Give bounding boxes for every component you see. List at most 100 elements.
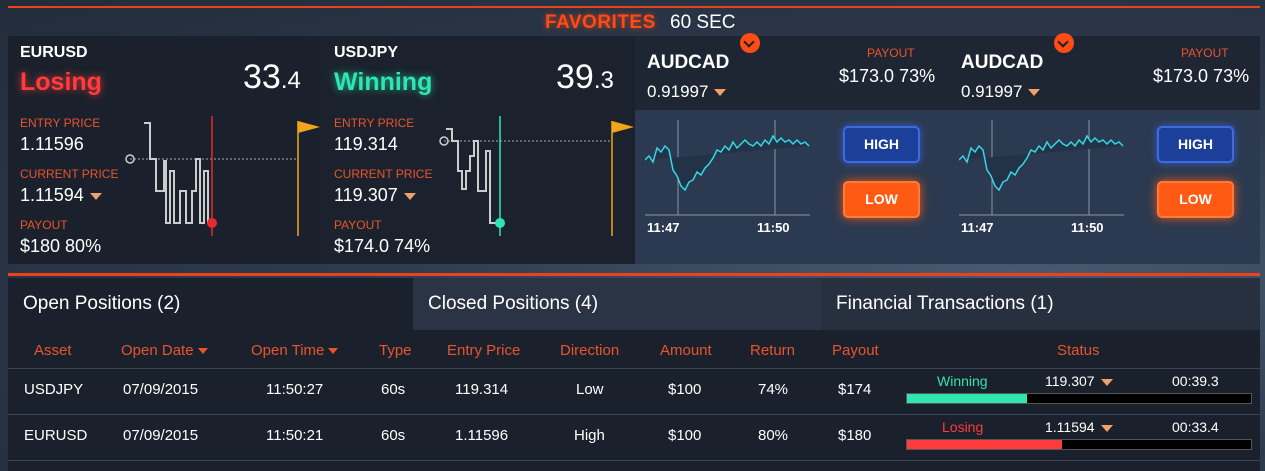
status-price-row: 1.11594 <box>1045 419 1113 435</box>
cell-payout: $174 <box>838 381 872 398</box>
entry-price-value: 119.314 <box>334 134 398 154</box>
favorites-title: FAVORITES <box>545 12 656 33</box>
favorites-timer: 60 SEC <box>670 12 736 33</box>
status-price-row: 119.307 <box>1045 373 1113 389</box>
time-tick-label: 11:50 <box>1071 220 1104 235</box>
column-header-direction[interactable]: Direction <box>560 342 619 359</box>
cell-entry-price: 1.11596 <box>455 427 509 444</box>
tab-financial-transactions[interactable]: Financial Transactions (1) <box>821 278 1260 330</box>
trade-price-row: 0.91997 <box>961 82 1041 102</box>
status-progress-bar <box>906 439 1252 450</box>
cell-return: 80% <box>758 427 789 444</box>
down-arrow-icon <box>714 89 727 97</box>
asset-dropdown-chevron-icon[interactable] <box>740 33 760 53</box>
card-asset-name: EURUSD <box>20 44 88 61</box>
countdown-frac: .3 <box>593 67 614 94</box>
trade-line-chart: 11:47 11:50 <box>959 120 1124 235</box>
card-asset-name: USDJPY <box>334 44 399 61</box>
cell-asset: USDJPY <box>24 381 84 398</box>
column-header-open-time[interactable]: Open Time <box>251 342 339 359</box>
trade-asset-name: AUDCAD <box>961 52 1044 73</box>
card-state-winning: Winning <box>334 68 433 96</box>
column-header-entry-price[interactable]: Entry Price <box>447 342 520 359</box>
progress-fill <box>907 394 1028 403</box>
countdown-main: 33 <box>243 58 281 96</box>
cell-amount: $100 <box>668 427 702 444</box>
position-card-eurusd[interactable]: EURUSD Losing 33.4 ENTRY PRICE 1.11596 C… <box>8 36 322 264</box>
trade-price: 0.91997 <box>961 82 1023 101</box>
card-state-losing: Losing <box>20 68 102 96</box>
countdown-frac: .4 <box>280 67 301 94</box>
cell-return: 74% <box>758 381 789 398</box>
trade-panel-header: AUDCAD 0.91997 PAYOUT $173.0 73% <box>949 36 1260 110</box>
table-row[interactable]: USDJPY 07/09/2015 11:50:27 60s 119.314 L… <box>8 369 1260 414</box>
down-arrow-icon <box>403 192 416 200</box>
section-accent-line <box>8 273 1260 276</box>
progress-fill <box>907 440 1062 449</box>
cell-open-date: 07/09/2015 <box>123 427 199 444</box>
down-arrow-icon <box>89 192 102 200</box>
current-price-row: 1.11594 <box>20 185 102 206</box>
tab-open-positions[interactable]: Open Positions (2) <box>8 278 413 330</box>
trade-asset-name: AUDCAD <box>647 52 730 73</box>
tab-closed-positions[interactable]: Closed Positions (4) <box>413 278 821 330</box>
cell-amount: $100 <box>668 381 702 398</box>
payout-value: $180 80% <box>20 236 102 256</box>
column-header-amount[interactable]: Amount <box>660 342 712 359</box>
entry-price-value: 1.11596 <box>20 134 84 154</box>
position-card-usdjpy[interactable]: USDJPY Winning 39.3 ENTRY PRICE 119.314 … <box>322 36 635 264</box>
open-positions-table: Asset Open Date Open Time Type Entry Pri… <box>8 330 1260 471</box>
payout-value: $174.0 74% <box>334 236 431 256</box>
high-button[interactable]: HIGH <box>1157 126 1234 163</box>
current-price-value: 1.11594 <box>20 185 84 205</box>
payout-label: PAYOUT <box>334 218 382 232</box>
sort-down-icon <box>197 348 208 355</box>
table-row[interactable]: EURUSD 07/09/2015 11:50:21 60s 1.11596 H… <box>8 415 1260 460</box>
trade-payout-value: $173.0 73% <box>1153 66 1250 86</box>
column-header-open-date[interactable]: Open Date <box>121 342 208 359</box>
header-label: Open Time <box>251 342 325 359</box>
trade-price-row: 0.91997 <box>647 82 727 102</box>
status-time: 00:33.4 <box>1172 419 1219 435</box>
cell-open-date: 07/09/2015 <box>123 381 199 398</box>
status-price: 1.11594 <box>1045 419 1095 435</box>
row-divider <box>8 460 1260 461</box>
low-button[interactable]: LOW <box>1157 181 1234 218</box>
cell-open-time: 11:50:27 <box>266 381 324 398</box>
mini-price-chart <box>125 116 320 236</box>
column-header-return[interactable]: Return <box>750 342 795 359</box>
column-header-type[interactable]: Type <box>379 342 412 359</box>
cell-asset: EURUSD <box>24 427 88 444</box>
payout-label: PAYOUT <box>20 218 68 232</box>
high-button[interactable]: HIGH <box>843 126 920 163</box>
entry-price-label: ENTRY PRICE <box>334 116 415 130</box>
asset-dropdown-chevron-icon[interactable] <box>1054 33 1074 53</box>
time-tick-label: 11:47 <box>961 220 994 235</box>
trade-payout-label: PAYOUT <box>1181 46 1229 60</box>
card-countdown: 33.4 <box>243 58 301 97</box>
current-price-label: CURRENT PRICE <box>20 167 119 181</box>
cell-open-time: 11:50:21 <box>266 427 324 444</box>
cell-entry-price: 119.314 <box>455 381 509 398</box>
cell-payout: $180 <box>838 427 872 444</box>
column-header-asset[interactable]: Asset <box>34 342 72 359</box>
trade-price: 0.91997 <box>647 82 709 101</box>
column-header-status[interactable]: Status <box>1057 342 1100 359</box>
mini-price-chart <box>439 116 634 236</box>
down-arrow-icon <box>1100 424 1113 432</box>
entry-price-label: ENTRY PRICE <box>20 116 101 130</box>
cell-direction: High <box>574 427 605 444</box>
trade-line-chart: 11:47 11:50 <box>645 120 810 235</box>
down-arrow-icon <box>1028 89 1041 97</box>
status-progress-bar <box>906 393 1252 404</box>
trade-panel-header: AUDCAD 0.91997 PAYOUT $173.0 73% <box>635 36 949 110</box>
trade-payout-value: $173.0 73% <box>839 66 936 86</box>
cell-direction: Low <box>576 381 604 398</box>
status-time: 00:39.3 <box>1172 373 1219 389</box>
status-label: Winning <box>937 373 988 389</box>
low-button[interactable]: LOW <box>843 181 920 218</box>
cell-type: 60s <box>381 427 406 444</box>
column-header-payout[interactable]: Payout <box>832 342 879 359</box>
current-price-value: 119.307 <box>334 185 398 205</box>
countdown-main: 39 <box>556 58 594 96</box>
